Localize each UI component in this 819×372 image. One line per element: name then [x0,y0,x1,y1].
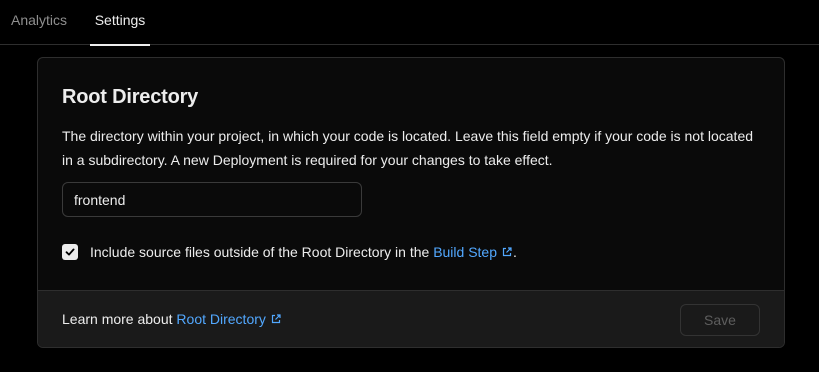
root-directory-docs-link-text: Root Directory [176,311,266,327]
tab-analytics[interactable]: Analytics [11,0,71,45]
external-link-icon [271,314,281,324]
save-button[interactable]: Save [680,304,760,336]
include-source-files-checkbox[interactable] [62,244,78,260]
label-prefix: Include source files outside of the Root… [90,244,430,260]
card-footer: Learn more about Root Directory Save [38,290,784,347]
root-directory-input[interactable] [62,182,362,217]
section-title: Root Directory [62,86,199,108]
learn-more-prefix: Learn more about [62,311,173,327]
check-icon [65,248,75,256]
include-source-files-label: Include source files outside of the Root… [90,244,517,260]
root-directory-card: Root Directory The directory within your… [37,57,785,348]
external-link-icon [502,247,512,257]
build-step-link[interactable]: Build Step [433,244,513,260]
section-description: The directory within your project, in wh… [62,128,754,168]
label-suffix: . [513,244,517,260]
build-step-link-text: Build Step [433,244,498,260]
tab-bar: Analytics Settings [0,0,819,46]
root-directory-docs-link[interactable]: Root Directory [176,311,281,327]
learn-more-text: Learn more about Root Directory [62,311,282,327]
include-source-files-option: Include source files outside of the Root… [62,242,517,262]
tab-settings[interactable]: Settings [90,0,150,46]
